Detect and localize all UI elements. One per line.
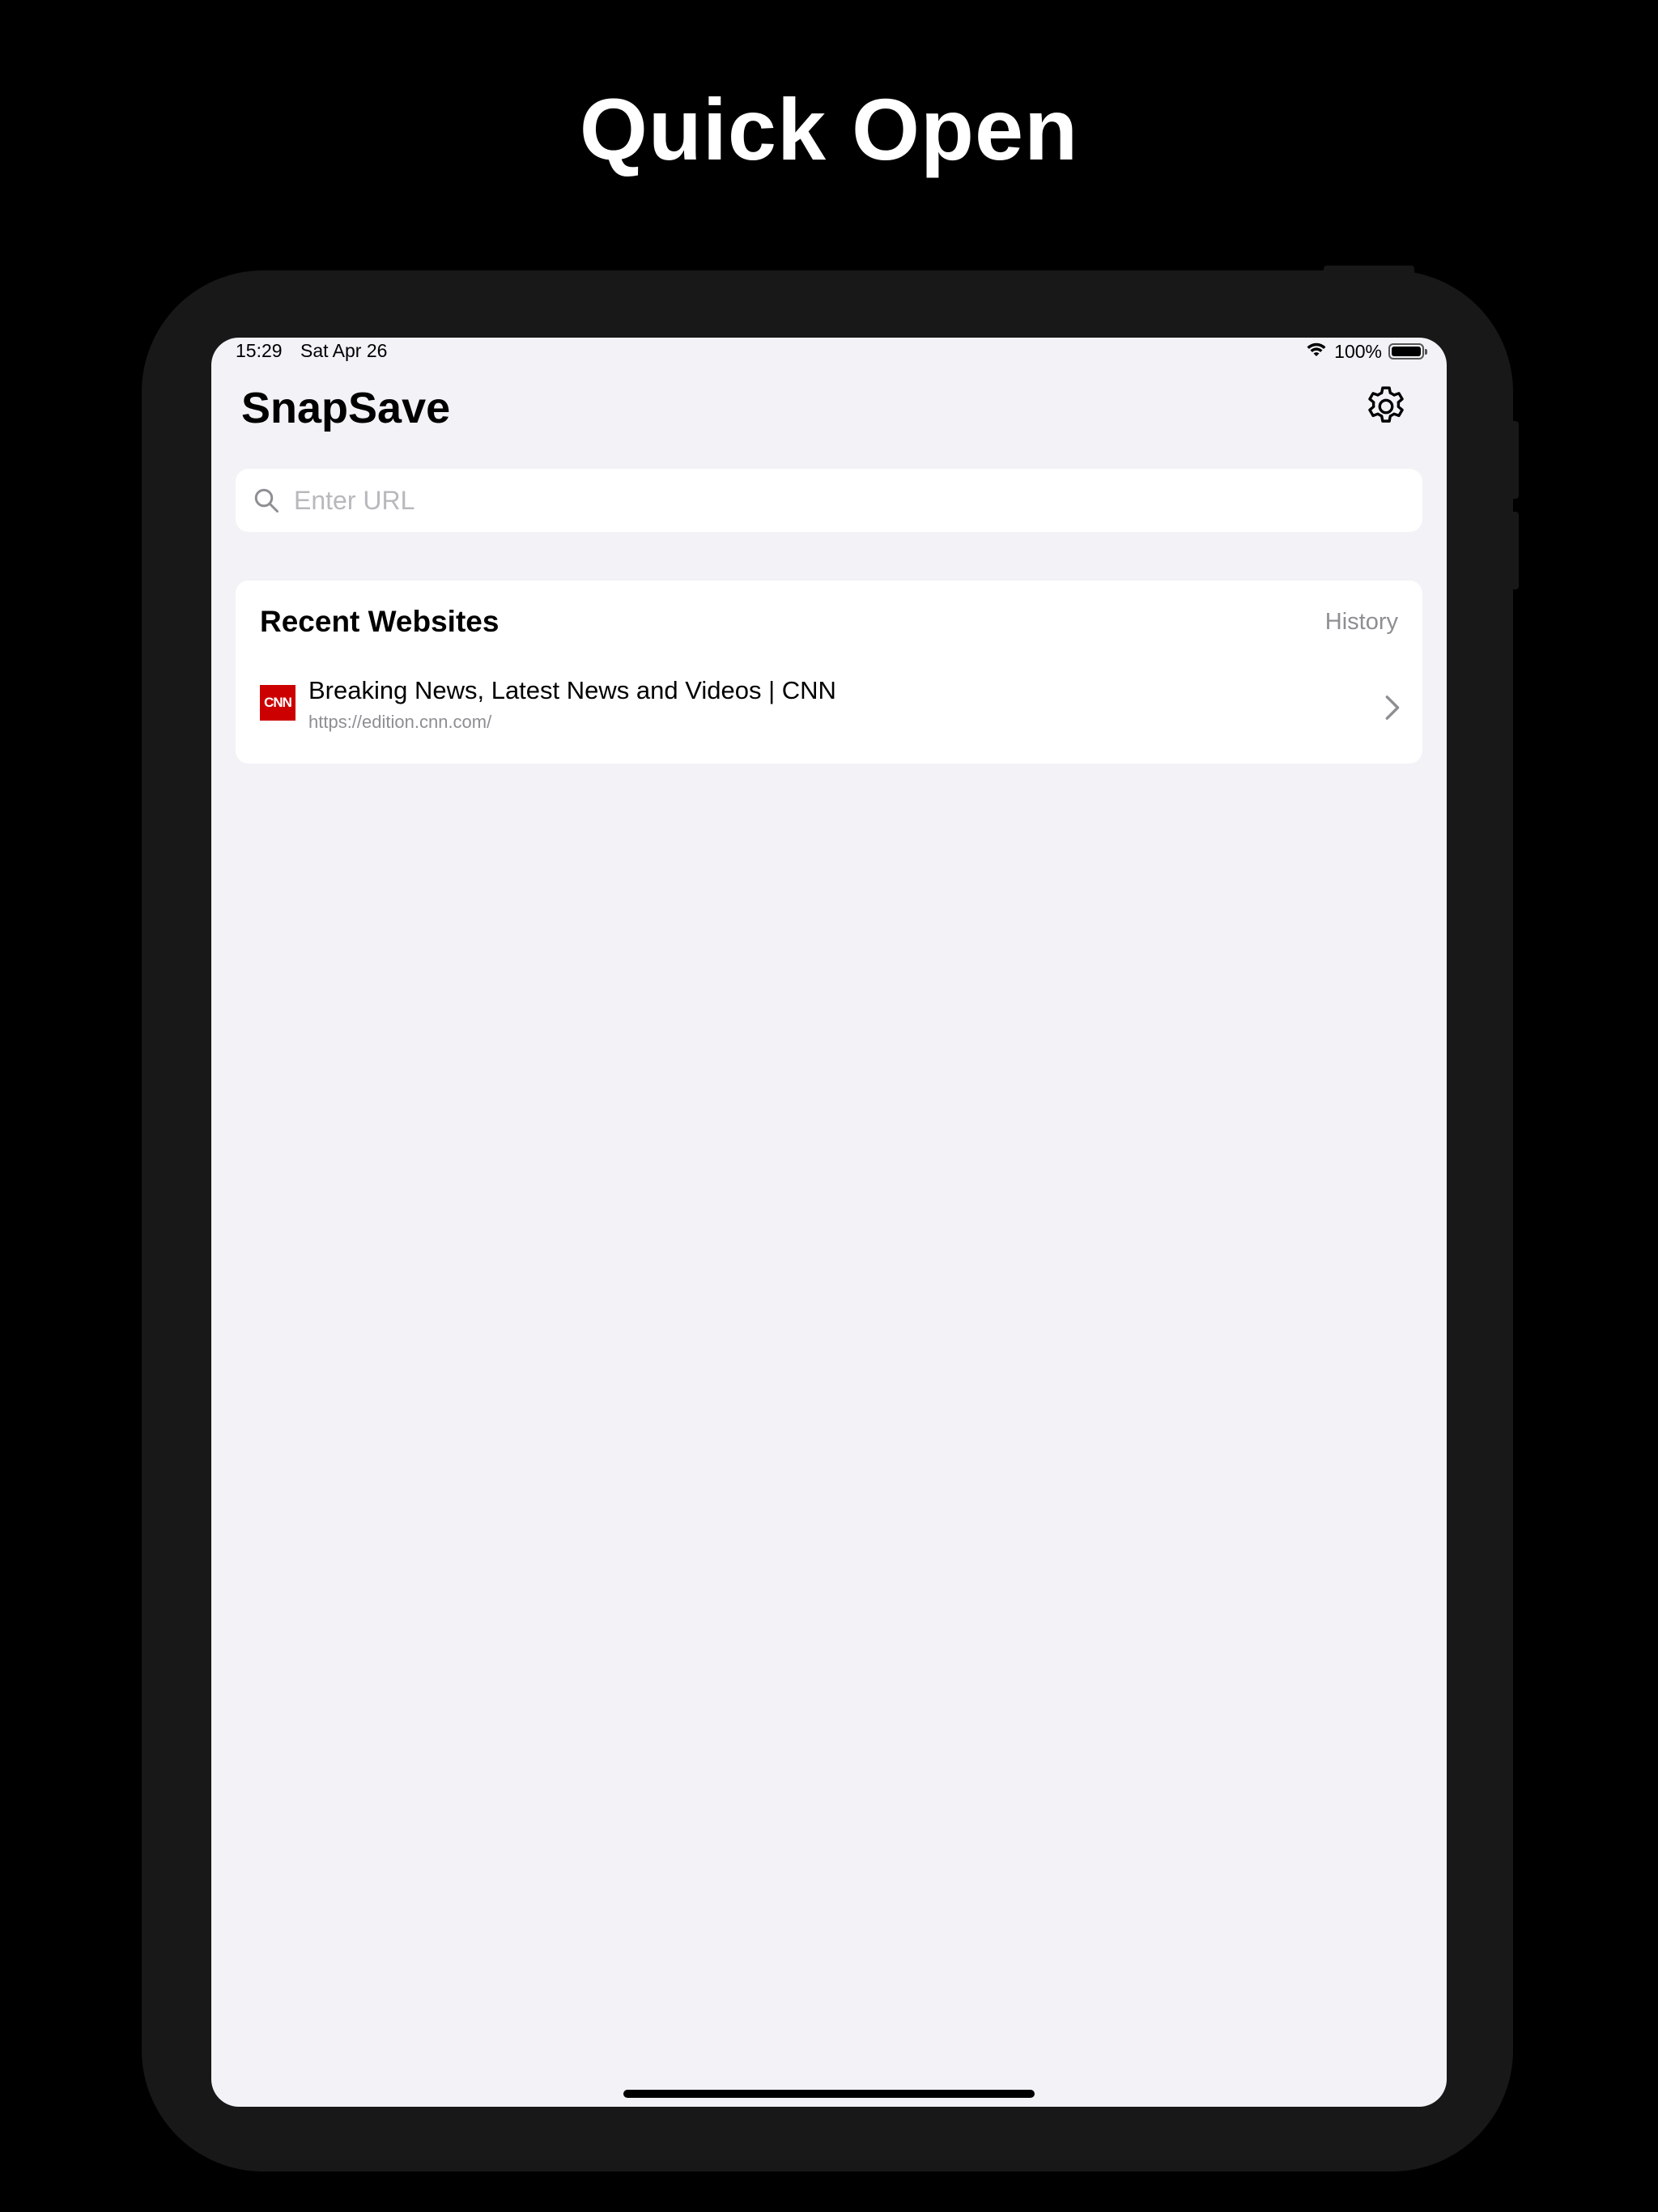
recent-site-title: Breaking News, Latest News and Videos | … [308, 676, 836, 704]
marketing-title: Quick Open [579, 80, 1079, 178]
battery-percentage: 100% [1334, 340, 1382, 362]
recent-websites-title: Recent Websites [260, 605, 500, 638]
recent-websites-card: Recent Websites History CNN Breaking New… [236, 581, 1422, 764]
status-bar: 15:29 Sat Apr 26 100% [211, 338, 1447, 367]
chevron-right-icon [1382, 694, 1401, 721]
home-indicator[interactable] [623, 2090, 1035, 2098]
url-input[interactable] [292, 484, 1397, 517]
search-icon [252, 486, 281, 515]
app-title: SnapSave [241, 384, 451, 432]
gear-icon [1363, 383, 1409, 434]
history-button[interactable]: History [1325, 609, 1398, 636]
recent-site-row[interactable]: CNN Breaking News, Latest News and Video… [236, 670, 1422, 751]
settings-button[interactable] [1361, 383, 1411, 433]
app-screen: 15:29 Sat Apr 26 100% SnapSave Enter URL… [211, 338, 1447, 2107]
recent-site-url: https://edition.cnn.com/ [308, 712, 492, 732]
status-time: 15:29 [236, 340, 283, 361]
wifi-icon [1305, 340, 1328, 363]
status-date: Sat Apr 26 [300, 340, 388, 361]
url-search-bar[interactable] [236, 469, 1422, 532]
battery-icon [1388, 343, 1427, 359]
status-indicators: 100% [1305, 340, 1427, 363]
battery-level [1392, 347, 1421, 356]
cnn-favicon: CNN [260, 685, 295, 721]
